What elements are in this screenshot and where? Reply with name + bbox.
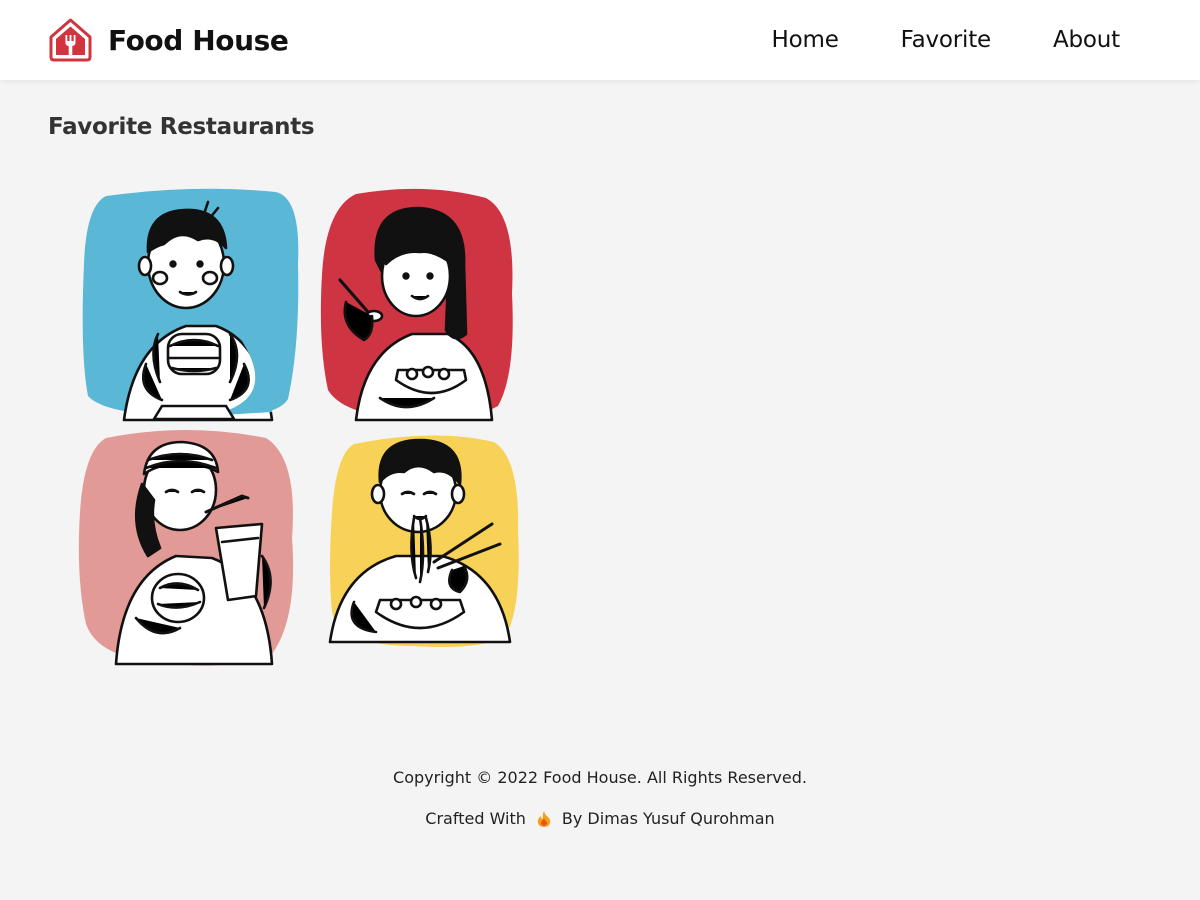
footer-crafted-suffix: By Dimas Yusuf Qurohman <box>561 809 775 828</box>
brand-name: Food House <box>108 23 289 57</box>
eating-with-spoon-illustration <box>320 188 513 422</box>
people-eating-illustration <box>78 188 519 666</box>
house-fork-logo-icon <box>49 18 92 62</box>
footer-crafted-prefix: Crafted With <box>425 809 526 828</box>
eating-noodles-illustration <box>328 435 519 647</box>
nav-favorite-link[interactable]: Favorite <box>901 27 992 53</box>
main-nav: Home Favorite About <box>710 0 1121 80</box>
page-title: Favorite Restaurants <box>48 114 315 140</box>
drinking-soda-illustration <box>78 430 294 666</box>
nav-about-link[interactable]: About <box>1053 27 1120 53</box>
empty-favorites-illustration <box>76 184 522 674</box>
footer-credit: Crafted With By Dimas Yusuf Qurohman <box>0 809 1200 828</box>
nav-home-link[interactable]: Home <box>772 27 839 53</box>
footer-copyright: Copyright © 2022 Food House. All Rights … <box>393 768 807 787</box>
flame-icon <box>537 810 551 827</box>
eating-burger-illustration <box>82 188 299 422</box>
brand-link[interactable]: Food House <box>48 16 289 64</box>
app-header: Food House Home Favorite About <box>0 0 1200 80</box>
